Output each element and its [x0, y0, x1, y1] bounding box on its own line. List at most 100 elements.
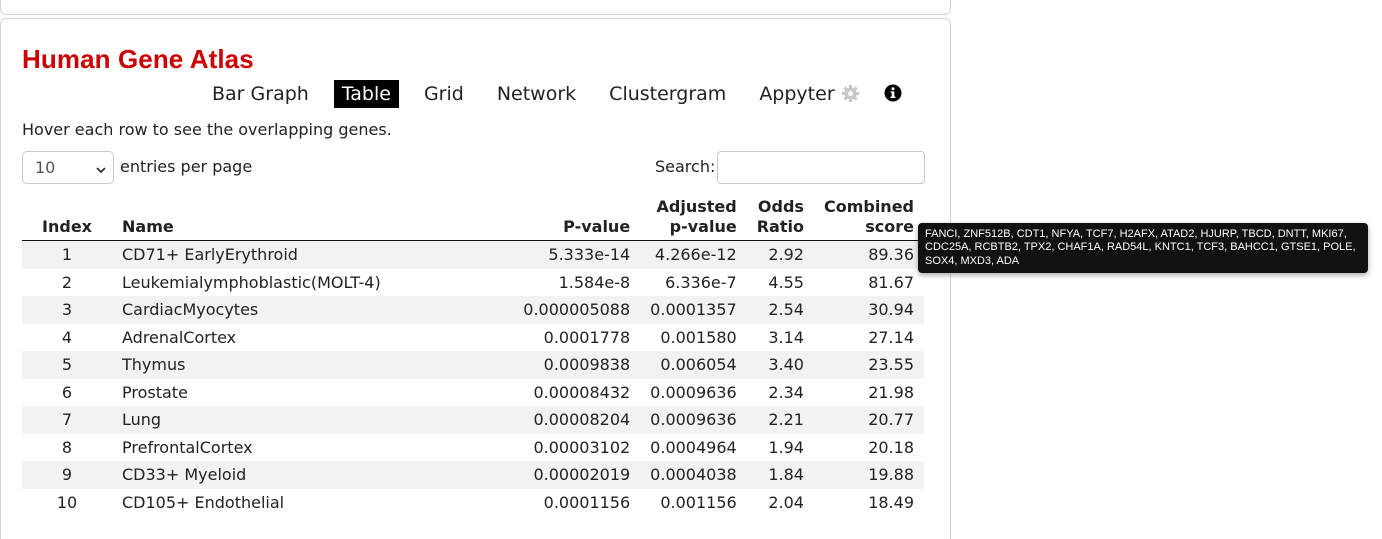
cell-name: PrefrontalCortex [122, 437, 253, 457]
gear-icon[interactable] [838, 81, 862, 105]
cell-pvalue: 0.0001156 [543, 492, 631, 512]
cell-odds-ratio: 3.14 [768, 327, 804, 347]
cell-index: 8 [61, 437, 73, 457]
table-row[interactable]: 10 CD105+ Endothelial 0.0001156 0.001156… [22, 489, 924, 517]
table-row[interactable]: 7 Lung 0.00008204 0.0009636 2.21 20.77 [22, 406, 924, 434]
cell-pvalue: 0.0001778 [543, 327, 631, 347]
cell-pvalue: 1.584e-8 [558, 272, 631, 292]
cell-adjusted-pvalue: 0.0004964 [650, 437, 737, 457]
table-row[interactable]: 5 Thymus 0.0009838 0.006054 3.40 23.55 [22, 351, 924, 379]
cell-index: 2 [61, 272, 73, 292]
cell-odds-ratio: 2.92 [768, 245, 804, 265]
cell-adjusted-pvalue: 0.0001357 [650, 300, 737, 320]
table-row[interactable]: 8 PrefrontalCortex 0.00003102 0.0004964 … [22, 434, 924, 462]
cell-adjusted-pvalue: 4.266e-12 [654, 245, 737, 265]
header-adjusted-line1: Adjusted [656, 197, 737, 216]
column-header-name[interactable]: Name [112, 197, 514, 241]
cell-combined-score: 89.36 [868, 245, 914, 265]
cell-odds-ratio: 2.54 [768, 300, 804, 320]
cell-adjusted-pvalue: 0.001580 [660, 327, 737, 347]
cell-combined-score: 21.98 [868, 382, 914, 402]
cell-index: 4 [61, 327, 73, 347]
header-adjusted-line2: p-value [669, 217, 737, 236]
previous-panel [0, 0, 951, 15]
overlapping-genes-tooltip: FANCI, ZNF512B, CDT1, NFYA, TCF7, H2AFX,… [918, 223, 1368, 274]
library-title: Human Gene Atlas [22, 44, 254, 74]
cell-index: 9 [61, 465, 73, 485]
cell-index: 1 [61, 245, 73, 265]
table-row[interactable]: 6 Prostate 0.00008432 0.0009636 2.34 21.… [22, 379, 924, 407]
entries-per-page-value: 10 [35, 158, 56, 177]
cell-adjusted-pvalue: 0.0004038 [650, 465, 737, 485]
entries-per-page-label: entries per page [120, 157, 253, 176]
search-input[interactable] [717, 151, 925, 184]
results-table: Index Name P-value Adjusted p-value Odds R… [22, 197, 924, 516]
tab-appyter[interactable]: Appyter [751, 80, 842, 108]
tab-network[interactable]: Network [489, 80, 584, 108]
cell-name: Leukemialymphoblastic(MOLT-4) [122, 272, 381, 292]
cell-combined-score: 27.14 [868, 327, 914, 347]
cell-odds-ratio: 1.94 [768, 437, 804, 457]
header-index-label: Index [42, 217, 92, 236]
view-tabs: Bar Graph Table Grid Network Clustergram… [204, 79, 860, 109]
cell-odds-ratio: 4.55 [768, 272, 804, 292]
cell-combined-score: 20.77 [868, 410, 914, 430]
table-row[interactable]: 9 CD33+ Myeloid 0.00002019 0.0004038 1.8… [22, 461, 924, 489]
cell-name: Prostate [122, 382, 188, 402]
cell-adjusted-pvalue: 0.006054 [660, 355, 737, 375]
table-row[interactable]: 3 CardiacMyocytes 0.000005088 0.0001357 … [22, 296, 924, 324]
column-header-combined-score[interactable]: Combined score [813, 197, 924, 241]
cell-name: CD33+ Myeloid [122, 465, 247, 485]
column-header-odds-ratio[interactable]: Odds Ratio [746, 197, 814, 241]
header-pvalue-label: P-value [563, 217, 631, 236]
header-odds-line1: Odds [757, 197, 804, 216]
cell-pvalue: 0.00008432 [533, 382, 631, 402]
column-header-index[interactable]: Index [22, 197, 112, 241]
cell-odds-ratio: 2.04 [768, 492, 804, 512]
table-row[interactable]: 1 CD71+ EarlyErythroid 5.333e-14 4.266e-… [22, 240, 924, 269]
cell-odds-ratio: 2.34 [768, 382, 804, 402]
header-name-label: Name [122, 217, 174, 236]
cell-index: 10 [56, 492, 78, 512]
cell-name: Thymus [122, 355, 186, 375]
entries-per-page-select[interactable]: 10 [22, 151, 114, 184]
cell-odds-ratio: 2.21 [768, 410, 804, 430]
info-icon[interactable] [881, 81, 905, 105]
cell-name: CD71+ EarlyErythroid [122, 245, 298, 265]
cell-name: Lung [122, 410, 162, 430]
cell-pvalue: 0.000005088 [523, 300, 631, 320]
cell-pvalue: 0.0009838 [543, 355, 631, 375]
cell-odds-ratio: 1.84 [768, 465, 804, 485]
cell-name: CD105+ Endothelial [122, 492, 285, 512]
cell-combined-score: 18.49 [868, 492, 914, 512]
cell-adjusted-pvalue: 0.0009636 [650, 382, 737, 402]
cell-name: CardiacMyocytes [122, 300, 259, 320]
cell-adjusted-pvalue: 0.0009636 [650, 410, 737, 430]
table-header-row: Index Name P-value Adjusted p-value Odds R… [22, 197, 924, 241]
header-odds-line2: Ratio [756, 217, 804, 236]
hover-hint: Hover each row to see the overlapping ge… [22, 120, 392, 139]
table-row[interactable]: 2 Leukemialymphoblastic(MOLT-4) 1.584e-8… [22, 269, 924, 297]
cell-combined-score: 30.94 [868, 300, 914, 320]
cell-odds-ratio: 3.40 [768, 355, 804, 375]
cell-combined-score: 81.67 [868, 272, 914, 292]
tab-clustergram[interactable]: Clustergram [601, 80, 734, 108]
cell-name: AdrenalCortex [122, 327, 237, 347]
cell-index: 7 [61, 410, 73, 430]
cell-combined-score: 19.88 [868, 465, 914, 485]
cell-pvalue: 0.00002019 [533, 465, 631, 485]
cell-adjusted-pvalue: 6.336e-7 [665, 272, 737, 292]
column-header-pvalue[interactable]: P-value [513, 197, 641, 241]
cell-pvalue: 5.333e-14 [548, 245, 631, 265]
column-header-adjusted-pvalue[interactable]: Adjusted p-value [640, 197, 747, 241]
cell-index: 5 [61, 355, 73, 375]
tab-table[interactable]: Table [333, 80, 399, 108]
header-combined-line1: Combined [823, 197, 914, 216]
tab-bar-graph[interactable]: Bar Graph [204, 80, 317, 108]
cell-combined-score: 23.55 [868, 355, 914, 375]
cell-adjusted-pvalue: 0.001156 [660, 492, 737, 512]
cell-pvalue: 0.00003102 [533, 437, 631, 457]
cell-combined-score: 20.18 [868, 437, 914, 457]
tab-grid[interactable]: Grid [416, 80, 472, 108]
table-row[interactable]: 4 AdrenalCortex 0.0001778 0.001580 3.14 … [22, 324, 924, 352]
